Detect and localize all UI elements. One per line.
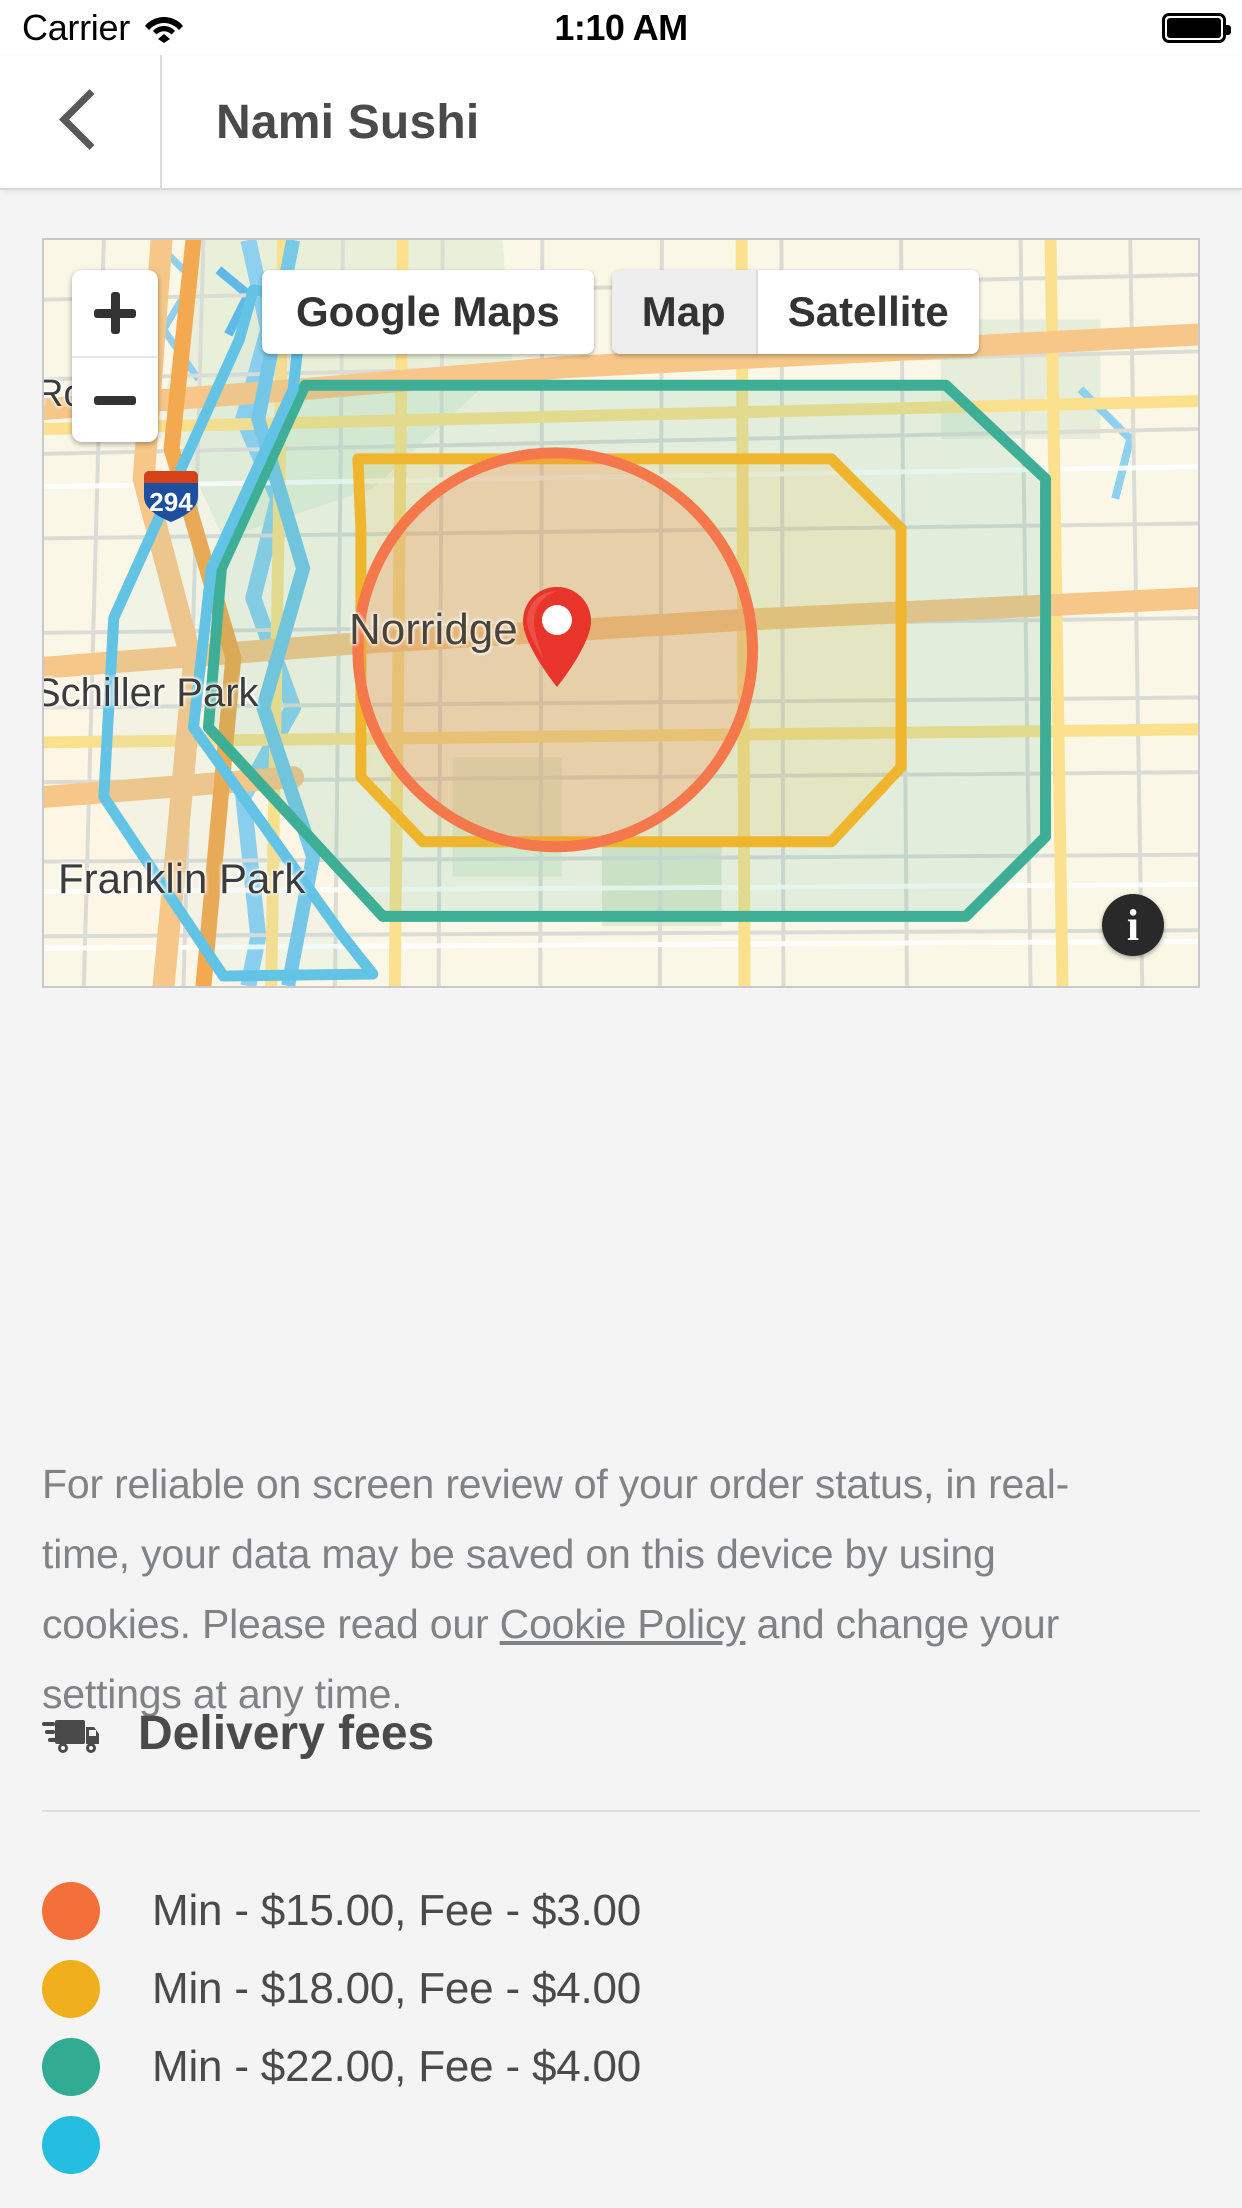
map-zoom-in-button[interactable] — [72, 270, 158, 356]
list-item: Min - $15.00, Fee - $3.00 — [42, 1872, 1200, 1950]
map-type-toggle-group: Map Satellite — [611, 270, 979, 354]
list-item: Min - $22.00, Fee - $4.00 — [42, 2028, 1200, 2106]
navigation-bar: Nami Sushi — [0, 55, 1242, 190]
map-type-map-button[interactable]: Map — [611, 270, 756, 354]
fee-label: Min - $22.00, Fee - $4.00 — [152, 2042, 642, 2091]
map-zoom-controls[interactable] — [72, 270, 158, 442]
list-item — [42, 2106, 1200, 2184]
map-pin-icon[interactable] — [520, 585, 594, 689]
fee-label: Min - $18.00, Fee - $4.00 — [152, 1964, 642, 2013]
map-controls-bar: Google Maps Map Satellite — [262, 270, 979, 354]
delivery-truck-icon — [42, 1719, 99, 1753]
minus-icon — [94, 395, 136, 405]
list-item: Min - $18.00, Fee - $4.00 — [42, 1950, 1200, 2028]
map-type-satellite-button[interactable]: Satellite — [755, 270, 979, 354]
fee-color-dot — [42, 1882, 100, 1940]
plus-icon-vertical — [110, 292, 120, 334]
chevron-left-icon — [60, 90, 100, 154]
map-info-button[interactable]: i — [1102, 894, 1164, 956]
open-google-maps-button[interactable]: Google Maps — [262, 270, 594, 354]
battery-icon — [1162, 13, 1231, 43]
back-button[interactable] — [0, 55, 162, 189]
delivery-zone-map[interactable]: 294 Ro…nt Norridge Schiller Park Frankli… — [42, 238, 1200, 988]
delivery-fees-header: Delivery fees — [42, 1706, 434, 1761]
status-bar-clock: 1:10 AM — [554, 7, 688, 48]
status-bar-right — [1162, 13, 1231, 43]
cookie-notice: For reliable on screen review of your or… — [42, 1449, 1152, 1729]
cookie-policy-link[interactable]: Cookie Policy — [500, 1601, 746, 1647]
page-title: Nami Sushi — [216, 95, 480, 149]
status-bar: Carrier 1:10 AM — [0, 0, 1242, 56]
map-zoom-out-button[interactable] — [72, 356, 158, 442]
app-root: Carrier 1:10 AM Nami Sushi 294 Norridge … — [0, 0, 1242, 2208]
svg-text:294: 294 — [149, 487, 193, 517]
fee-label: Min - $15.00, Fee - $3.00 — [152, 1886, 642, 1935]
fee-color-dot — [42, 2038, 100, 2096]
fee-color-dot — [42, 2116, 100, 2174]
section-divider — [42, 1810, 1200, 1812]
delivery-fees-title: Delivery fees — [138, 1707, 435, 1760]
delivery-fees-list: Min - $15.00, Fee - $3.00 Min - $18.00, … — [42, 1872, 1200, 2184]
highway-shield-294-icon: 294 — [144, 471, 198, 522]
fee-color-dot — [42, 1960, 100, 2018]
